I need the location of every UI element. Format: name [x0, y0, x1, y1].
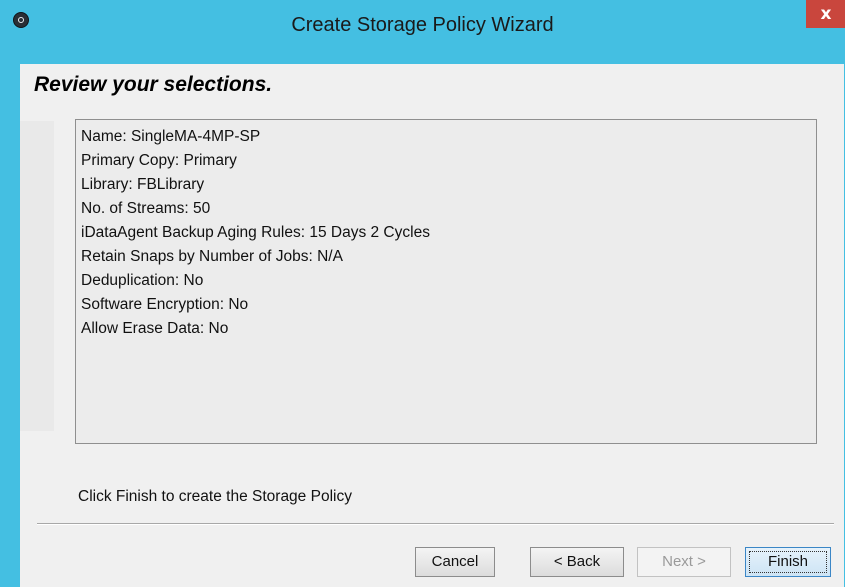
instruction-text: Click Finish to create the Storage Polic… — [78, 488, 352, 505]
summary-line-streams: No. of Streams: 50 — [81, 200, 211, 217]
cancel-button[interactable]: Cancel — [415, 547, 495, 577]
summary-line-deduplication: Deduplication: No — [81, 272, 204, 289]
back-button[interactable]: < Back — [530, 547, 624, 577]
summary-line-aging-rules: iDataAgent Backup Aging Rules: 15 Days 2… — [81, 224, 430, 241]
finish-button[interactable]: Finish — [745, 547, 831, 577]
close-button[interactable]: x — [806, 0, 845, 28]
page-heading: Review your selections. — [34, 73, 273, 96]
summary-line-name: Name: SingleMA-4MP-SP — [81, 128, 261, 145]
title-bar[interactable]: Create Storage Policy Wizard x — [0, 0, 845, 50]
wizard-window: Create Storage Policy Wizard x Review yo… — [0, 0, 845, 587]
summary-line-retain-snaps: Retain Snaps by Number of Jobs: N/A — [81, 248, 343, 265]
next-button[interactable]: Next > — [637, 547, 731, 577]
summary-line-library: Library: FBLibrary — [81, 176, 205, 193]
focus-indicator — [749, 551, 827, 573]
summary-line-encryption: Software Encryption: No — [81, 296, 249, 313]
summary-line-primary-copy: Primary Copy: Primary — [81, 152, 237, 169]
left-panel-strip — [20, 121, 54, 431]
selections-summary-box[interactable]: Name: SingleMA-4MP-SP Primary Copy: Prim… — [75, 119, 817, 444]
window-title: Create Storage Policy Wizard — [291, 14, 554, 36]
wizard-content: Review your selections. Name: SingleMA-4… — [20, 64, 844, 587]
summary-line-erase-data: Allow Erase Data: No — [81, 320, 229, 337]
separator-line — [37, 523, 834, 525]
